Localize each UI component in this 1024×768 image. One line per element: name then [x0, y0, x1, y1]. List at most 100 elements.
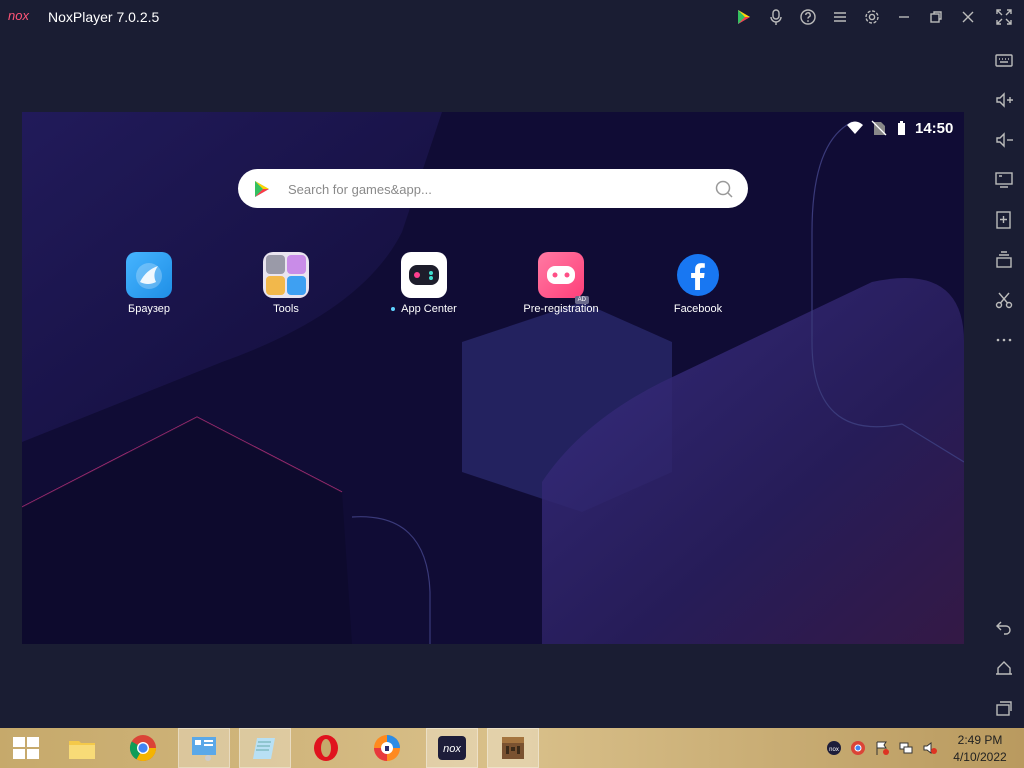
opera-button[interactable]	[300, 728, 352, 768]
nox-app-icon: nox	[438, 736, 466, 760]
apk-install-icon	[996, 211, 1011, 229]
app-app-center[interactable]: App Center	[364, 252, 484, 315]
screen-button[interactable]	[994, 170, 1014, 190]
minimize-icon	[899, 16, 909, 18]
browser-icon	[126, 252, 172, 298]
app-label: Tools	[273, 303, 299, 315]
svg-text:nox: nox	[8, 9, 29, 23]
minimize-button[interactable]	[895, 8, 913, 26]
network-icon	[899, 742, 913, 754]
help-button[interactable]	[799, 8, 817, 26]
tray-network-icon[interactable]	[898, 740, 914, 756]
hamburger-menu-icon	[834, 12, 846, 22]
home-button[interactable]	[994, 658, 1014, 678]
keyboard-button[interactable]	[994, 50, 1014, 70]
wifi-icon	[847, 121, 863, 134]
chrome-icon	[129, 735, 157, 762]
fullscreen-button[interactable]	[995, 8, 1013, 26]
control-panel-icon	[192, 737, 216, 761]
restore-button[interactable]	[927, 8, 945, 26]
back-button[interactable]	[994, 618, 1014, 638]
close-icon	[962, 11, 974, 23]
microphone-button[interactable]	[767, 8, 785, 26]
notepad-icon	[253, 738, 275, 759]
app-browser[interactable]: Браузер	[89, 252, 209, 315]
noxplayer-button[interactable]: nox	[426, 728, 478, 768]
app-label: Браузер	[128, 303, 170, 315]
settings-button[interactable]	[863, 8, 881, 26]
app-label: Pre-registration	[523, 303, 599, 315]
recent-apps-icon	[996, 701, 1012, 716]
more-dots-icon	[996, 338, 1012, 342]
title-bar: nox NoxPlayer 7.0.2.5	[0, 0, 1024, 34]
search-bar[interactable]	[238, 169, 748, 210]
folder-icon	[69, 741, 95, 759]
more-button[interactable]	[994, 330, 1014, 350]
microphone-icon	[770, 9, 782, 25]
multi-instance-button[interactable]	[994, 250, 1014, 270]
search-input[interactable]	[286, 169, 710, 210]
volume-down-icon	[996, 132, 1013, 148]
windows-taskbar: nox nox 2:49 PM 4/10/2022	[0, 728, 1024, 768]
taskbar-clock-time[interactable]: 2:49 PM	[944, 733, 1016, 747]
restore-window-icon	[930, 11, 942, 23]
play-store-icon	[738, 10, 750, 24]
app-title: NoxPlayer 7.0.2.5	[48, 9, 160, 25]
back-arrow-icon	[996, 621, 1011, 635]
app-tools[interactable]: Tools	[226, 252, 346, 315]
file-explorer-button[interactable]	[56, 728, 108, 768]
volume-up-button[interactable]	[994, 90, 1014, 110]
battery-icon	[898, 121, 905, 135]
app-label: App Center	[401, 303, 457, 315]
close-button[interactable]	[959, 8, 977, 26]
tray-action-center-icon[interactable]	[874, 740, 890, 756]
taskbar-clock-date[interactable]: 4/10/2022	[944, 750, 1016, 764]
screenshot-button[interactable]	[994, 290, 1014, 310]
gear-icon	[865, 10, 879, 24]
tray-chrome-icon[interactable]	[850, 740, 866, 756]
help-icon	[800, 9, 816, 25]
app-label: Facebook	[673, 303, 723, 315]
multi-instance-icon	[996, 251, 1012, 268]
app-pre-registration[interactable]: AD Pre-registration	[501, 252, 621, 315]
chrome-tray-icon	[851, 741, 865, 755]
home-icon	[996, 661, 1012, 675]
start-button[interactable]	[0, 728, 52, 768]
install-apk-button[interactable]	[994, 210, 1014, 230]
tray-volume-icon[interactable]	[922, 740, 938, 756]
windows-logo-icon	[13, 737, 39, 759]
notepad-button[interactable]	[239, 728, 291, 768]
minecraft-button[interactable]	[487, 728, 539, 768]
monitor-icon	[995, 172, 1013, 188]
secure-browser-icon	[374, 735, 400, 761]
search-icon[interactable]	[714, 179, 734, 199]
menu-button[interactable]	[831, 8, 849, 26]
android-home-screen: 14:50 Браузер Tools App Center AD Pre-re…	[22, 112, 964, 644]
nox-logo-icon: nox	[8, 8, 40, 28]
new-indicator-dot	[391, 307, 396, 312]
ad-badge: AD	[574, 296, 589, 304]
avast-browser-button[interactable]	[361, 728, 413, 768]
chrome-button[interactable]	[117, 728, 169, 768]
scissors-icon	[995, 292, 1013, 309]
tray-nox-icon[interactable]: nox	[826, 740, 842, 756]
status-clock: 14:50	[915, 120, 954, 137]
svg-text:nox: nox	[829, 747, 839, 753]
flag-alert-icon	[876, 741, 889, 755]
volume-muted-icon	[923, 742, 937, 754]
volume-down-button[interactable]	[994, 130, 1014, 150]
crafting-table-icon	[502, 737, 524, 759]
facebook-icon	[675, 252, 721, 298]
keyboard-icon	[995, 54, 1013, 67]
play-store-button[interactable]	[735, 8, 753, 26]
app-facebook[interactable]: Facebook	[638, 252, 758, 315]
app-center-icon	[401, 252, 447, 298]
right-toolbar	[984, 34, 1024, 728]
nox-tray-icon: nox	[827, 741, 841, 755]
fullscreen-icon	[996, 9, 1012, 25]
recent-apps-button[interactable]	[994, 698, 1014, 718]
no-sim-icon	[871, 120, 887, 136]
control-panel-button[interactable]	[178, 728, 230, 768]
opera-icon	[314, 735, 338, 761]
svg-text:nox: nox	[443, 743, 461, 755]
